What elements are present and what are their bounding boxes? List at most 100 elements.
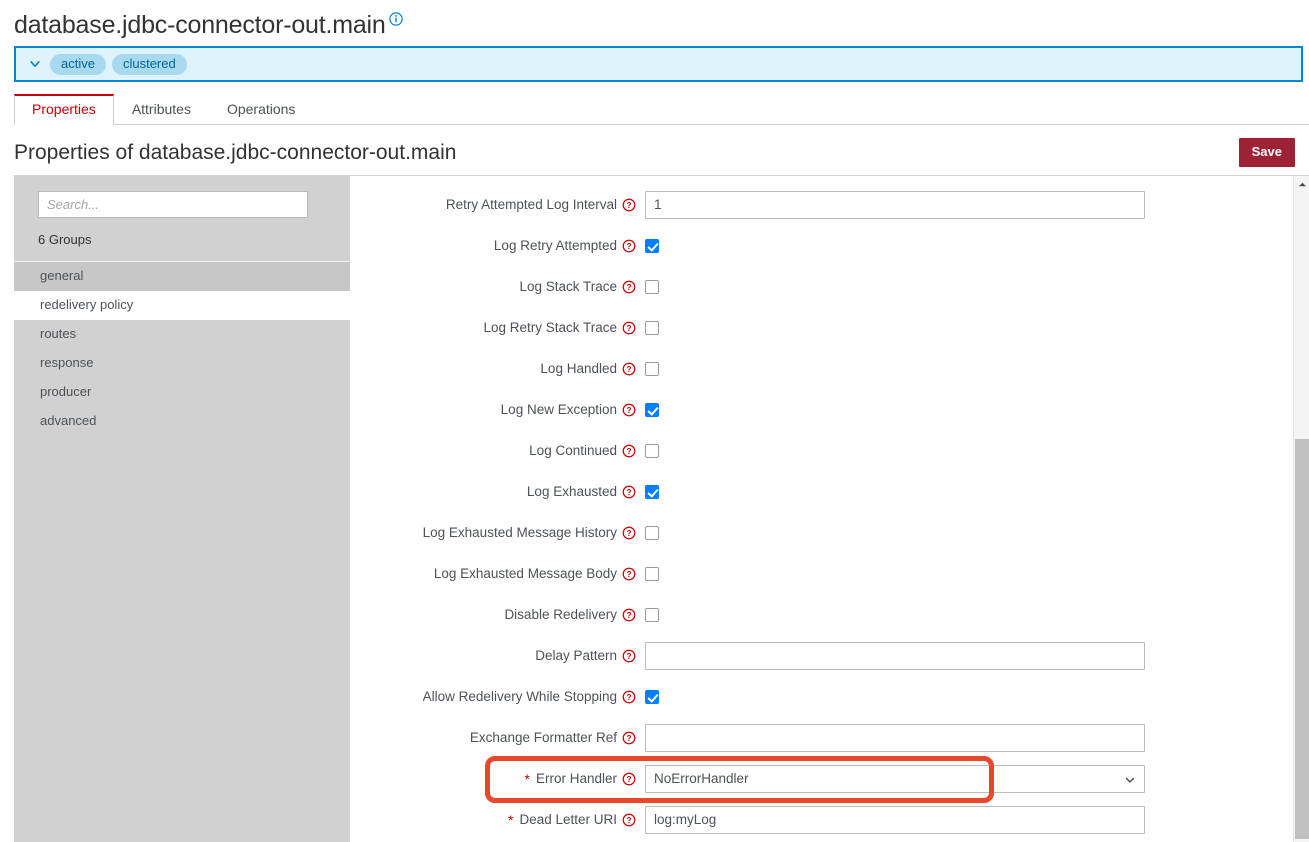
sidebar-item-response[interactable]: response (14, 349, 350, 378)
sidebar-item-producer[interactable]: producer (14, 378, 350, 407)
form-row-log-new-exception: Log New Exception? (350, 389, 1285, 430)
form-label-allow-redelivery-while-stopping: Allow Redelivery While Stopping? (350, 689, 645, 705)
help-circle-icon[interactable]: ? (622, 239, 636, 253)
help-circle-icon[interactable]: ? (622, 649, 636, 663)
caret-up-icon[interactable] (1294, 176, 1309, 192)
svg-text:?: ? (626, 364, 631, 374)
help-circle-icon[interactable]: ? (622, 526, 636, 540)
scrollbar-thumb[interactable] (1295, 439, 1309, 839)
label-text: Exchange Formatter Ref (470, 730, 617, 746)
svg-text:?: ? (626, 815, 631, 825)
form-field-log-continued (645, 444, 1285, 458)
label-text: Log Exhausted Message History (423, 525, 617, 541)
log-exhausted-checkbox[interactable] (645, 485, 659, 499)
vertical-scrollbar[interactable] (1293, 176, 1309, 842)
log-retry-attempted-checkbox[interactable] (645, 239, 659, 253)
sidebar-item-routes[interactable]: routes (14, 320, 350, 349)
log-exhausted-message-history-checkbox[interactable] (645, 526, 659, 540)
form-label-log-exhausted: Log Exhausted? (350, 484, 645, 500)
tab-bar: Properties Attributes Operations (14, 94, 1309, 125)
groups-count-label: 6 Groups (14, 232, 350, 261)
page-title: database.jdbc-connector-out.main (14, 10, 386, 40)
form-row-log-exhausted-message-history: Log Exhausted Message History? (350, 512, 1285, 553)
form-row-log-handled: Log Handled? (350, 348, 1285, 389)
help-circle-icon[interactable]: ? (622, 690, 636, 704)
help-circle-icon[interactable]: ? (622, 362, 636, 376)
form-row-log-retry-stack-trace: Log Retry Stack Trace? (350, 307, 1285, 348)
form-label-exchange-formatter-ref: Exchange Formatter Ref? (350, 730, 645, 746)
error-handler-select[interactable]: NoErrorHandler (645, 765, 1145, 793)
tab-operations[interactable]: Operations (209, 94, 313, 125)
label-text: Error Handler (536, 771, 617, 787)
form-label-delay-pattern: Delay Pattern? (350, 648, 645, 664)
help-circle-icon[interactable]: ? (622, 813, 636, 827)
form-label-log-handled: Log Handled? (350, 361, 645, 377)
form-label-disable-redelivery: Disable Redelivery? (350, 607, 645, 623)
log-exhausted-message-body-checkbox[interactable] (645, 567, 659, 581)
form-label-log-retry-attempted: Log Retry Attempted? (350, 238, 645, 254)
status-banner: active clustered (14, 46, 1303, 82)
form-label-error-handler: * Error Handler? (350, 771, 645, 787)
svg-text:?: ? (626, 569, 631, 579)
label-text: Log Retry Stack Trace (483, 320, 617, 336)
form-field-log-retry-stack-trace (645, 321, 1285, 335)
help-circle-icon[interactable]: ? (622, 772, 636, 786)
tab-attributes[interactable]: Attributes (114, 94, 209, 125)
save-button[interactable]: Save (1239, 138, 1295, 167)
form-label-log-continued: Log Continued? (350, 443, 645, 459)
label-text: Retry Attempted Log Interval (446, 197, 617, 213)
search-zone (14, 175, 350, 232)
form-row-log-stack-trace: Log Stack Trace? (350, 266, 1285, 307)
help-circle-icon[interactable]: ? (622, 321, 636, 335)
svg-text:?: ? (626, 323, 631, 333)
label-text: Log Handled (540, 361, 617, 377)
exchange-formatter-ref-input[interactable] (645, 724, 1145, 752)
form-field-log-handled (645, 362, 1285, 376)
tab-properties[interactable]: Properties (14, 94, 114, 125)
svg-text:?: ? (626, 241, 631, 251)
status-badge: active (50, 54, 106, 75)
retry-attempted-log-interval-input[interactable] (645, 191, 1145, 219)
help-circle-icon[interactable]: ? (622, 731, 636, 745)
sidebar-item-advanced[interactable]: advanced (14, 407, 350, 436)
form-row-log-exhausted-message-body: Log Exhausted Message Body? (350, 553, 1285, 594)
help-circle-icon[interactable]: ? (622, 608, 636, 622)
page-header: database.jdbc-connector-out.main (0, 0, 1309, 40)
form-row-exchange-formatter-ref: Exchange Formatter Ref? (350, 717, 1285, 758)
svg-text:?: ? (626, 610, 631, 620)
form-label-retry-attempted-log-interval: Retry Attempted Log Interval? (350, 197, 645, 213)
group-list: general redelivery policy routes respons… (14, 261, 350, 436)
log-stack-trace-checkbox[interactable] (645, 280, 659, 294)
allow-redelivery-while-stopping-checkbox[interactable] (645, 690, 659, 704)
form-field-error-handler: NoErrorHandler (645, 765, 1285, 793)
disable-redelivery-checkbox[interactable] (645, 608, 659, 622)
help-circle-icon[interactable]: ? (622, 444, 636, 458)
help-circle-icon[interactable]: ? (622, 485, 636, 499)
log-retry-stack-trace-checkbox[interactable] (645, 321, 659, 335)
properties-body: 6 Groups general redelivery policy route… (0, 175, 1309, 842)
form-label-log-stack-trace: Log Stack Trace? (350, 279, 645, 295)
sidebar-item-general[interactable]: general (14, 262, 350, 291)
form-label-log-retry-stack-trace: Log Retry Stack Trace? (350, 320, 645, 336)
log-continued-checkbox[interactable] (645, 444, 659, 458)
log-handled-checkbox[interactable] (645, 362, 659, 376)
label-text: Log Continued (529, 443, 617, 459)
label-text: Log New Exception (501, 402, 617, 418)
chevron-down-icon[interactable] (28, 57, 42, 71)
sidebar-item-redelivery-policy[interactable]: redelivery policy (14, 291, 350, 320)
svg-text:?: ? (626, 487, 631, 497)
search-input[interactable] (38, 191, 308, 218)
required-asterisk: * (525, 774, 530, 784)
dead-letter-uri-input[interactable] (645, 806, 1145, 834)
delay-pattern-input[interactable] (645, 642, 1145, 670)
help-circle-icon[interactable]: ? (622, 280, 636, 294)
form-row-log-continued: Log Continued? (350, 430, 1285, 471)
help-circle-icon[interactable]: ? (622, 403, 636, 417)
help-circle-icon[interactable]: ? (622, 198, 636, 212)
form-label-log-new-exception: Log New Exception? (350, 402, 645, 418)
info-circle-icon[interactable] (389, 12, 403, 26)
log-new-exception-checkbox[interactable] (645, 403, 659, 417)
label-text: Delay Pattern (535, 648, 617, 664)
help-circle-icon[interactable]: ? (622, 567, 636, 581)
svg-text:?: ? (626, 733, 631, 743)
